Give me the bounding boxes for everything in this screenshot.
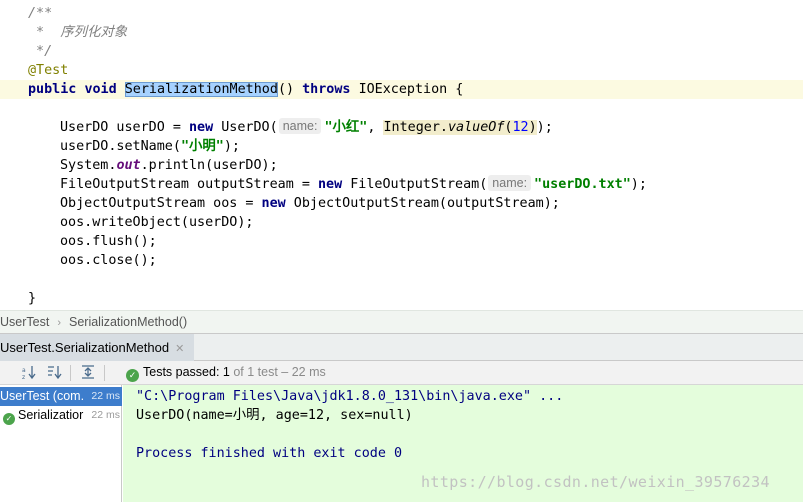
toolbar-separator [104,365,105,381]
code-line-close: oos.close(); [60,253,157,268]
breadcrumb-method[interactable]: SerializationMethod() [69,311,187,333]
tree-child-label: Serializatior [18,408,84,422]
console-exit-line: Process finished with exit code 0 [136,446,403,461]
console-output-line: UserDO(name=小明, age=12, sex=null) [136,408,413,423]
code-text: System. [60,158,117,173]
code-line-writeobject: oos.writeObject(userDO); [60,215,254,230]
svg-text:z: z [22,374,25,380]
test-runner-toolbar: az ✓ Tests passed: 1 of 1 test – 22 ms [0,361,803,385]
code-text: ) [528,120,537,135]
test-passed-icon: ✓ [126,369,139,382]
tree-root-item[interactable]: UserTest (com. 22 ms [0,387,122,406]
static-method: valueOf [447,120,505,135]
string-literal: "userDO.txt" [534,177,631,192]
keyword-new: new [261,196,286,211]
code-text: .println(userDO); [140,158,278,173]
test-status: ✓ Tests passed: 1 of 1 test – 22 ms [126,361,326,384]
code-editor[interactable]: /** * 序列化对象 */ @Test public void Seriali… [0,0,803,310]
breadcrumb: UserTest › SerializationMethod() [0,310,803,333]
doc-comment-close: */ [0,42,803,61]
run-tab[interactable]: UserTest.SerializationMethod ✕ [0,334,195,361]
parameter-hint: name: [278,118,322,134]
console-command-line: "C:\Program Files\Java\jdk1.8.0_131\bin\… [136,389,564,404]
run-tab-label: UserTest.SerializationMethod [0,340,170,355]
parameter-hint: name: [488,175,532,191]
code-text: Integer. [383,120,448,135]
test-passed-icon: ✓ [3,413,15,425]
code-text: UserDO userDO = [60,120,189,135]
method-parens: () [277,82,295,97]
code-text: ); [536,120,553,135]
string-literal: "小明" [180,139,224,154]
run-tab-bar: UserTest.SerializationMethod ✕ [0,333,803,361]
doc-comment-body: * 序列化对象 [0,23,803,42]
close-icon[interactable]: ✕ [175,343,184,355]
code-text: FileOutputStream outputStream = [60,177,318,192]
code-line-fileoutputstream: FileOutputStream outputStream = new File… [0,175,803,194]
chevron-right-icon: › [57,317,61,329]
code-line-flush: oos.flush(); [60,234,157,249]
sort-alpha-icon[interactable]: az [20,364,38,382]
code-text: ); [630,177,647,192]
code-text: ObjectOutputStream(outputStream); [285,196,560,211]
annotation-line: @Test [0,61,803,80]
tree-root-label: UserTest (com. [0,389,85,403]
watermark-text: https://blog.csdn.net/weixin_39576234 [421,473,770,491]
doc-comment-open: /** [0,4,803,23]
keyword-throws: throws [302,82,351,97]
expand-icon[interactable] [79,364,97,382]
sort-duration-icon[interactable] [46,364,64,382]
code-line-objectoutputstream: ObjectOutputStream oos = new ObjectOutpu… [0,194,803,213]
test-annotation: @Test [28,63,69,78]
code-line-setname: userDO.setName("小明"); [0,137,803,156]
string-literal: "小红" [324,120,368,135]
keyword-new: new [189,120,214,135]
toolbar-edge [0,364,6,382]
method-signature-line[interactable]: public void SerializationMethod() throws… [0,80,803,99]
status-summary: of 1 test – 22 ms [233,365,326,379]
keyword-void: void [84,82,117,97]
comment-text: /** [28,6,53,21]
comment-text: * 序列化对象 [28,25,128,40]
tree-root-duration: 22 ms [91,390,120,402]
passed-count: 1 [222,365,230,379]
keyword-public: public [28,82,77,97]
code-text: ObjectOutputStream oos = [60,196,262,211]
code-line-println: System.out.println(userDO); [0,156,803,175]
tree-child-duration: 22 ms [91,409,120,421]
number-literal: 12 [512,120,529,135]
test-tree: UserTest (com. 22 ms ✓ Serializatior 22 ms [0,385,122,502]
svg-text:a: a [22,367,26,374]
tree-child-item[interactable]: ✓ Serializatior 22 ms [0,406,122,425]
breadcrumb-class[interactable]: UserTest [0,311,49,333]
code-line-userdo-new: UserDO userDO = new UserDO(name: "小红", In… [0,118,803,137]
static-field: out [116,158,141,173]
code-text: ); [223,139,240,154]
toolbar-separator [70,365,71,381]
comment-text: */ [28,44,53,59]
status-label: Tests passed: [143,365,220,379]
code-text: UserDO( [213,120,278,135]
closing-brace: } [28,291,37,306]
integer-valueof-expr: Integer.valueOf(12) [383,120,537,135]
code-text: , [367,120,384,135]
exception-type: IOException { [358,82,464,97]
code-text: FileOutputStream( [342,177,488,192]
selected-method-name[interactable]: SerializationMethod [124,82,278,97]
keyword-new: new [317,177,343,192]
code-text: userDO.setName( [60,139,181,154]
